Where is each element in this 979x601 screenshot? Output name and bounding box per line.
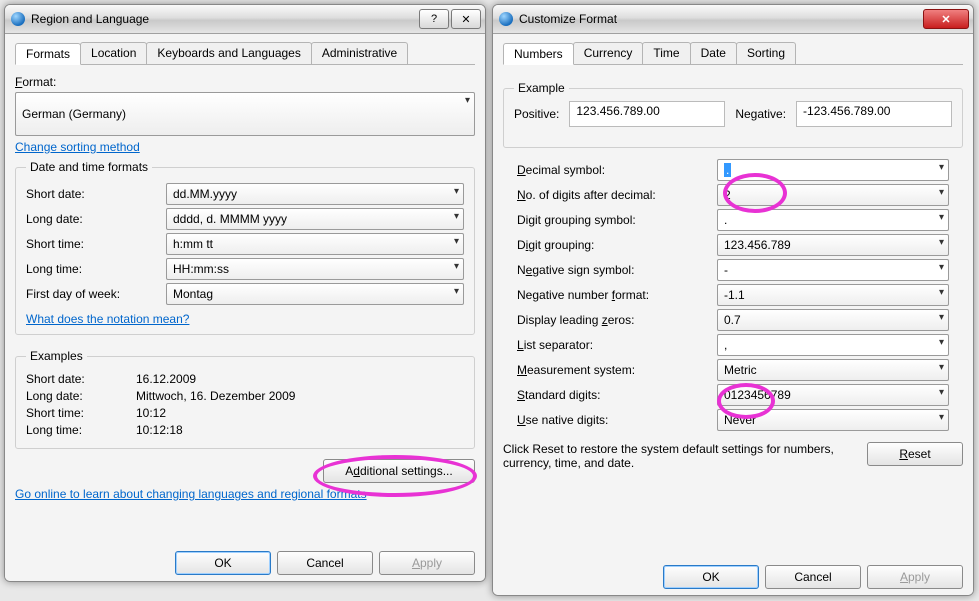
apply-button[interactable]: Apply [379,551,475,575]
cancel-button[interactable]: Cancel [277,551,373,575]
titlebar[interactable]: Customize Format ✕ [493,5,973,34]
example-long-date: Mittwoch, 16. Dezember 2009 [136,389,464,403]
notation-link[interactable]: What does the notation mean? [26,312,189,326]
tab-sorting[interactable]: Sorting [736,42,796,64]
reset-button[interactable]: Reset [867,442,963,466]
tab-administrative[interactable]: Administrative [311,42,408,64]
digits-after-combo[interactable]: 2 [717,184,949,206]
measure-label: Measurement system: [517,363,717,377]
ok-button[interactable]: OK [175,551,271,575]
change-sorting-link[interactable]: Change sorting method [15,140,475,154]
std-digits-combo[interactable]: 0123456789 [717,384,949,406]
std-digits-label: Standard digits: [517,388,717,402]
customize-format-dialog: Customize Format ✕ Numbers Currency Time… [492,4,974,596]
online-help-link[interactable]: Go online to learn about changing langua… [15,487,475,501]
neg-format-combo[interactable]: -1.1 [717,284,949,306]
tab-keyboards[interactable]: Keyboards and Languages [146,42,311,64]
decimal-symbol-label: Decimal symbol: [517,163,717,177]
short-time-combo[interactable]: h:mm tt [166,233,464,255]
tab-location[interactable]: Location [80,42,147,64]
native-digits-combo[interactable]: Never [717,409,949,431]
long-time-combo[interactable]: HH:mm:ss [166,258,464,280]
positive-value: 123.456.789.00 [569,101,725,127]
reset-text: Click Reset to restore the system defaul… [503,442,857,470]
grouping-label: Digit grouping: [517,238,717,252]
date-time-legend: Date and time formats [26,160,152,174]
dialog-title: Customize Format [519,12,921,26]
measure-combo[interactable]: Metric [717,359,949,381]
native-digits-label: Use native digits: [517,413,717,427]
apply-button[interactable]: Apply [867,565,963,589]
lead-zero-combo[interactable]: 0.7 [717,309,949,331]
neg-sign-combo[interactable]: - [717,259,949,281]
example-long-time: 10:12:18 [136,423,464,437]
globe-icon [11,12,25,26]
first-day-combo[interactable]: Montag [166,283,464,305]
short-date-combo[interactable]: dd.MM.yyyy [166,183,464,205]
format-value: German (Germany) [22,107,126,121]
lead-zero-label: Display leading zeros: [517,313,717,327]
ok-button[interactable]: OK [663,565,759,589]
additional-settings-button[interactable]: Additional settings... [323,459,475,483]
tab-numbers[interactable]: Numbers [503,43,574,65]
long-time-label: Long time: [26,262,166,276]
short-time-label: Short time: [26,237,166,251]
example-short-date: 16.12.2009 [136,372,464,386]
short-date-label: Short date: [26,187,166,201]
tab-formats[interactable]: Formats [15,43,81,65]
tab-strip: Formats Location Keyboards and Languages… [15,42,475,65]
date-time-group: Date and time formats Short date: dd.MM.… [15,160,475,335]
dialog-title: Region and Language [31,12,417,26]
example-legend: Example [514,81,569,95]
positive-label: Positive: [514,107,559,121]
negative-value: -123.456.789.00 [796,101,952,127]
group-symbol-combo[interactable]: . [717,209,949,231]
format-label: Format: [15,75,475,89]
neg-sign-label: Negative sign symbol: [517,263,717,277]
long-date-combo[interactable]: dddd, d. MMMM yyyy [166,208,464,230]
examples-group: Examples Short date:16.12.2009 Long date… [15,349,475,449]
list-sep-label: List separator: [517,338,717,352]
tab-currency[interactable]: Currency [573,42,644,64]
close-button[interactable]: ✕ [451,9,481,29]
tab-time[interactable]: Time [642,42,690,64]
neg-format-label: Negative number format: [517,288,717,302]
region-language-dialog: Region and Language ? ✕ Formats Location… [4,4,486,582]
grouping-combo[interactable]: 123.456.789 [717,234,949,256]
close-button[interactable]: ✕ [923,9,969,29]
example-group: Example Positive: 123.456.789.00 Negativ… [503,81,963,148]
long-date-label: Long date: [26,212,166,226]
help-button[interactable]: ? [419,9,449,29]
cancel-button[interactable]: Cancel [765,565,861,589]
decimal-symbol-combo[interactable]: . [717,159,949,181]
example-short-time: 10:12 [136,406,464,420]
first-day-label: First day of week: [26,287,166,301]
globe-icon [499,12,513,26]
group-symbol-label: Digit grouping symbol: [517,213,717,227]
tab-strip: Numbers Currency Time Date Sorting [503,42,963,65]
digits-after-label: No. of digits after decimal: [517,188,717,202]
titlebar[interactable]: Region and Language ? ✕ [5,5,485,34]
list-sep-combo[interactable]: , [717,334,949,356]
format-combo[interactable]: German (Germany) [15,92,475,136]
examples-legend: Examples [26,349,87,363]
tab-date[interactable]: Date [690,42,737,64]
negative-label: Negative: [735,107,786,121]
